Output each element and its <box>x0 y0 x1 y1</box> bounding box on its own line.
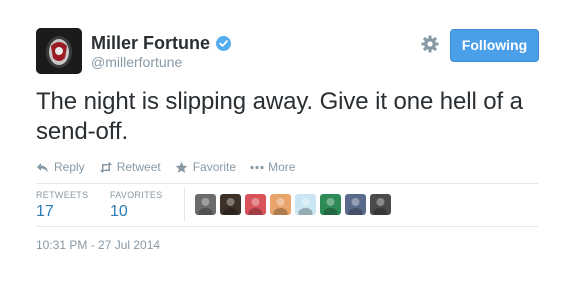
star-icon <box>175 161 188 174</box>
tweet-actions: Reply Retweet Favorite More <box>36 160 309 174</box>
facepile-avatar[interactable] <box>320 194 341 215</box>
tweet-text: The night is slipping away. Give it one … <box>36 88 523 145</box>
author-screen-name[interactable]: @millerfortune <box>91 54 182 70</box>
retweet-label: Retweet <box>116 160 161 174</box>
reply-icon <box>36 161 49 174</box>
facepile-avatar[interactable] <box>245 194 266 215</box>
retweets-label: RETWEETS <box>36 190 89 200</box>
favorites-stat[interactable]: FAVORITES 10 <box>110 190 163 221</box>
avatar-logo-icon <box>36 28 82 74</box>
facepile-avatar[interactable] <box>195 194 216 215</box>
more-label: More <box>268 160 296 174</box>
facepile-avatar[interactable] <box>295 194 316 215</box>
author-name-row: Miller Fortune <box>91 33 232 54</box>
reply-button[interactable]: Reply <box>36 160 85 174</box>
reply-label: Reply <box>54 160 85 174</box>
favorites-count: 10 <box>110 203 128 220</box>
facepile-avatar[interactable] <box>345 194 366 215</box>
retweet-button[interactable]: Retweet <box>99 160 161 174</box>
verified-badge-icon <box>216 36 232 51</box>
avatar[interactable] <box>36 28 82 74</box>
favorite-button[interactable]: Favorite <box>175 160 236 174</box>
facepile <box>195 194 395 215</box>
tweet-card: Miller Fortune @millerfortune Following … <box>0 0 573 283</box>
favorites-label: FAVORITES <box>110 190 163 200</box>
following-button[interactable]: Following <box>450 29 539 62</box>
retweets-count: 17 <box>36 203 54 220</box>
author-name[interactable]: Miller Fortune <box>91 33 210 54</box>
gear-icon[interactable] <box>420 34 440 54</box>
favorite-label: Favorite <box>192 160 237 174</box>
divider <box>36 226 538 227</box>
stats-separator <box>184 188 185 222</box>
facepile-avatar[interactable] <box>220 194 241 215</box>
more-button[interactable]: More <box>250 160 295 174</box>
retweets-stat[interactable]: RETWEETS 17 <box>36 190 88 221</box>
divider <box>36 183 538 184</box>
facepile-avatar[interactable] <box>370 194 391 215</box>
tweet-timestamp[interactable]: 10:31 PM - 27 Jul 2014 <box>36 238 160 252</box>
facepile-avatar[interactable] <box>270 194 291 215</box>
retweet-icon <box>99 161 112 174</box>
more-dots-icon <box>250 161 264 174</box>
